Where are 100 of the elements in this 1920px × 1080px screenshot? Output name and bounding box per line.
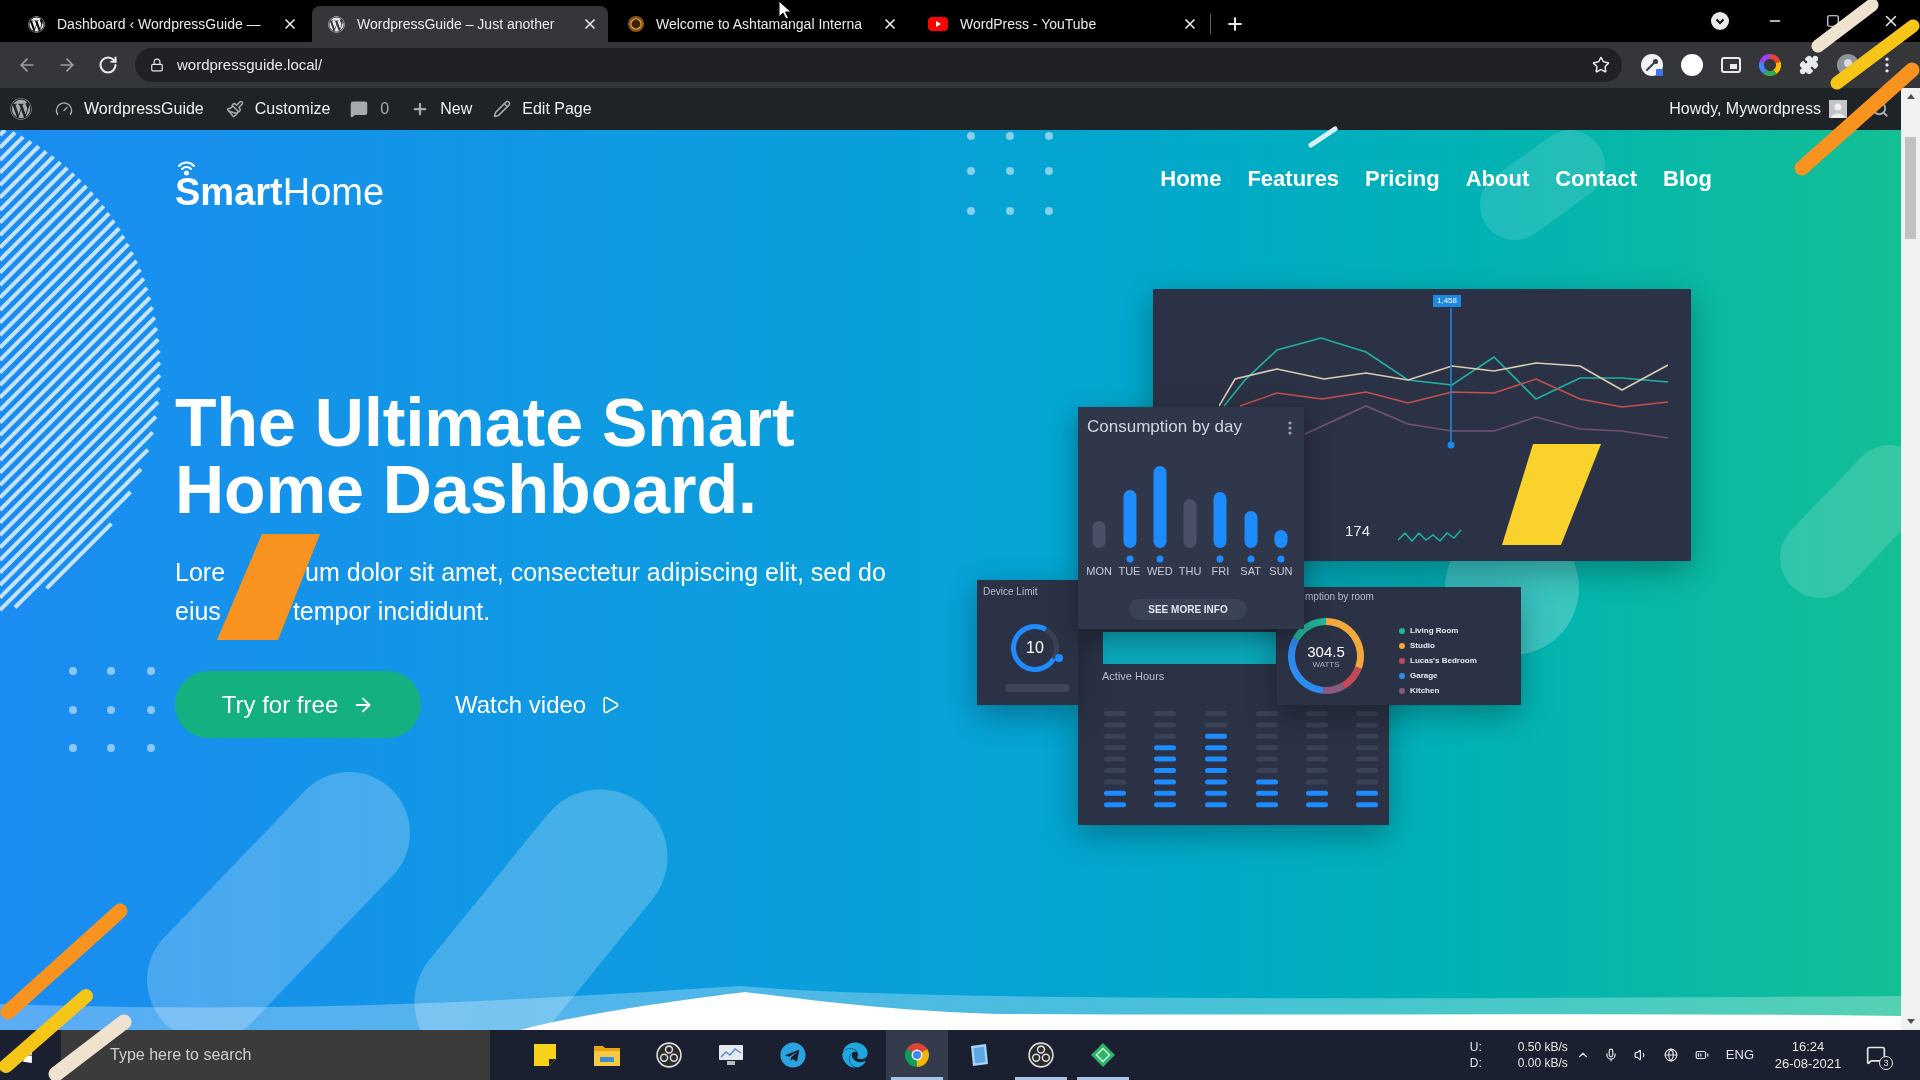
paragraph-text: tempor incididunt. [292, 596, 491, 627]
close-icon[interactable] [1182, 16, 1198, 32]
new-link[interactable]: New [411, 97, 473, 121]
globe-icon[interactable] [1663, 1048, 1678, 1062]
notification-badge: 3 [1879, 1056, 1893, 1070]
hour-segment [1104, 790, 1126, 796]
eyedropper-icon[interactable] [1641, 54, 1663, 76]
play-logo-icon [928, 17, 948, 31]
legend-label: Lucas's Bedroom [1410, 656, 1477, 665]
day-label: FRI [1211, 565, 1230, 578]
legend-label: Studio [1410, 641, 1435, 650]
logo-text: SmartHome [175, 170, 385, 214]
donut-unit: WATTS [1312, 659, 1340, 669]
taskbar-app-button[interactable] [886, 1030, 948, 1080]
sparkline [1398, 529, 1464, 543]
day-label: TUE [1118, 565, 1141, 578]
ring-icon[interactable] [1759, 54, 1781, 76]
wordpress-logo-icon [28, 15, 45, 33]
round-emblem-icon [628, 16, 644, 32]
wifi-icon [177, 159, 196, 176]
upload-label: U: [1469, 1039, 1483, 1055]
hour-segment [1356, 802, 1378, 808]
language-indicator[interactable]: ENG [1725, 1047, 1754, 1063]
triangle-down-icon[interactable] [1906, 1019, 1915, 1024]
download-speed: 0.00 kB/s [1517, 1055, 1568, 1071]
hour-segment [1205, 779, 1227, 785]
scrollbar-thumb[interactable] [1905, 137, 1916, 239]
paper-plane-icon [780, 1042, 806, 1068]
edit-page-link[interactable]: Edit Page [493, 97, 592, 121]
hour-segment [1154, 756, 1176, 762]
card-title: Active Hours [1102, 669, 1165, 683]
chart-bar [1274, 530, 1288, 563]
wordpress-logo-icon [328, 15, 345, 33]
day-label: SUN [1269, 565, 1293, 578]
hour-segment [1205, 802, 1227, 808]
legend-label: Kitchen [1410, 686, 1440, 695]
avatar-icon [1829, 100, 1847, 118]
stat-value: 174 [1345, 522, 1371, 540]
day-label: SAT [1240, 565, 1261, 578]
hour-segment [1306, 802, 1328, 808]
triangle-up-icon[interactable] [1906, 94, 1915, 99]
url-field[interactable]: wordpressguide.local/ [177, 53, 597, 77]
chevron-circle-icon[interactable] [1711, 12, 1729, 30]
folder-icon [594, 1044, 620, 1066]
star-icon[interactable] [1592, 56, 1610, 74]
chart-bar [1183, 499, 1197, 548]
search-field[interactable]: Type here to search [61, 1030, 490, 1080]
window-icon[interactable] [1721, 57, 1741, 73]
hour-segment [1256, 790, 1278, 796]
ring-logo-icon [1028, 1042, 1054, 1068]
browser-tab[interactable]: WordpressGuide – Just another [312, 6, 608, 42]
close-icon[interactable] [582, 16, 598, 32]
menu-icon[interactable] [1288, 421, 1292, 435]
diamond-icon [1090, 1042, 1116, 1068]
clock-date[interactable]: 26-08-2021 [1774, 1055, 1842, 1072]
chart-bar [1244, 511, 1258, 563]
plus-icon[interactable] [1225, 14, 1245, 34]
legend-label: Garage [1410, 671, 1438, 680]
dot-icon [1055, 654, 1063, 662]
swirl-logo-icon [842, 1042, 868, 1068]
hour-segment [1154, 779, 1176, 785]
sticky-note-icon [533, 1043, 557, 1067]
site-name-link[interactable]: WordpressGuide [55, 97, 204, 121]
speech-bubble-icon [350, 100, 369, 118]
day-label: THU [1178, 565, 1202, 578]
hour-segment [1256, 802, 1278, 808]
circle-icon[interactable] [1681, 54, 1703, 76]
chart-bar [1092, 521, 1106, 548]
chart-bar [1213, 492, 1227, 563]
hour-segment [1256, 779, 1278, 785]
paintbrush-icon [225, 100, 244, 118]
gauge-value: 10 [1026, 639, 1044, 657]
reload-icon[interactable] [98, 55, 118, 75]
account-link[interactable]: Howdy, Mywordpress [1669, 97, 1847, 121]
hour-segment [1154, 745, 1176, 751]
puzzle-piece-icon[interactable] [1799, 55, 1819, 75]
hour-segment [1205, 733, 1227, 739]
close-icon[interactable] [882, 16, 898, 32]
hour-segment [1154, 790, 1176, 796]
card-title: Consumption by day [1087, 417, 1242, 437]
hour-segment [1104, 802, 1126, 808]
pencil-icon [493, 100, 512, 118]
paragraph-text: um dolor sit amet, consectetur adipiscing elit, sed do [305, 557, 886, 588]
card-title: Device Limit [983, 585, 1038, 598]
clock-time[interactable]: 16:24 [1791, 1038, 1825, 1055]
download-label: D: [1469, 1055, 1483, 1071]
hour-segment [1356, 790, 1378, 796]
comments-link[interactable]: 0 [350, 97, 390, 121]
battery-icon[interactable] [1694, 1048, 1709, 1062]
notification-icon[interactable] [1866, 1045, 1886, 1065]
microphone-icon[interactable] [1603, 1048, 1618, 1062]
day-label: WED [1146, 565, 1173, 578]
wordpress-logo-icon[interactable] [10, 98, 32, 120]
donut-value: 304.5 [1307, 643, 1345, 660]
customize-link[interactable]: Customize [225, 97, 331, 121]
hour-segment [1205, 745, 1227, 751]
see-more-button[interactable]: SEE MORE INFO [1129, 599, 1247, 620]
hour-segment [1154, 802, 1176, 808]
gauge-icon [55, 100, 73, 118]
close-icon[interactable] [282, 16, 298, 32]
